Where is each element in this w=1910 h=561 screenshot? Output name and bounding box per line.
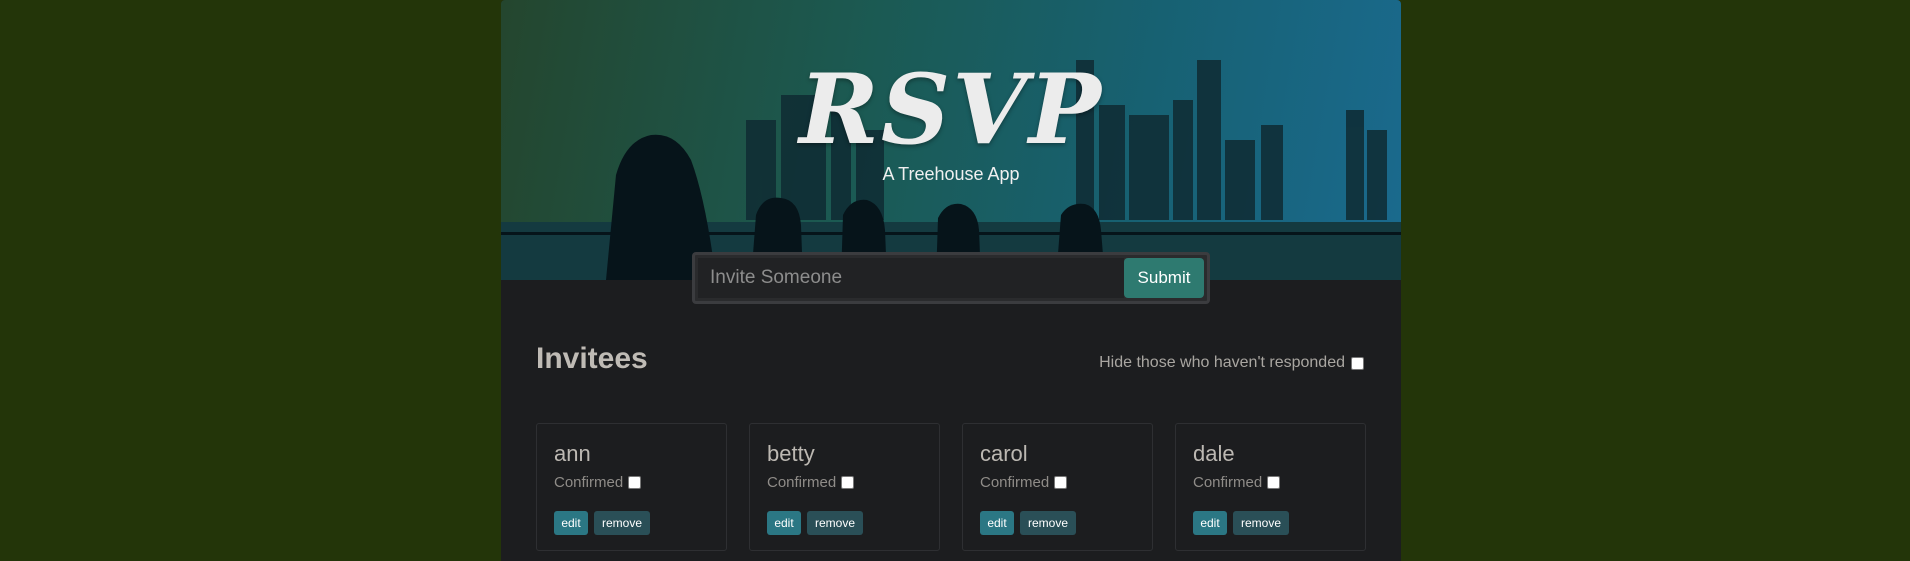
- invitee-card: carol Confirmed edit remove: [962, 423, 1153, 551]
- invitee-card: betty Confirmed edit remove: [749, 423, 940, 551]
- confirmed-label: Confirmed: [767, 474, 837, 491]
- confirmed-checkbox[interactable]: [1267, 476, 1281, 489]
- header-banner: RSVP A Treehouse App: [501, 0, 1401, 280]
- hide-unresponded-label: Hide those who haven't responded: [1099, 354, 1345, 371]
- remove-button[interactable]: remove: [1020, 511, 1076, 535]
- app-panel: RSVP A Treehouse App Submit Invitees Hid…: [501, 0, 1401, 561]
- hide-unresponded-checkbox[interactable]: [1351, 356, 1364, 370]
- edit-button[interactable]: edit: [554, 511, 588, 535]
- app-title: RSVP: [799, 53, 1103, 166]
- confirmed-toggle[interactable]: Confirmed: [554, 474, 642, 491]
- confirmed-toggle[interactable]: Confirmed: [1193, 474, 1281, 491]
- remove-button[interactable]: remove: [807, 511, 863, 535]
- confirmed-label: Confirmed: [1193, 474, 1263, 491]
- submit-button[interactable]: Submit: [1124, 258, 1204, 298]
- invitee-name: ann: [554, 441, 591, 466]
- confirmed-checkbox[interactable]: [841, 476, 855, 489]
- edit-button[interactable]: edit: [980, 511, 1014, 535]
- confirmed-label: Confirmed: [980, 474, 1050, 491]
- app-subtitle: A Treehouse App: [882, 164, 1020, 184]
- hide-unresponded-filter[interactable]: Hide those who haven't responded: [1099, 354, 1364, 372]
- edit-button[interactable]: edit: [767, 511, 801, 535]
- invitee-name: betty: [767, 441, 815, 466]
- remove-button[interactable]: remove: [1233, 511, 1289, 535]
- confirmed-label: Confirmed: [554, 474, 624, 491]
- invitee-card: ann Confirmed edit remove: [536, 423, 727, 551]
- remove-button[interactable]: remove: [594, 511, 650, 535]
- confirmed-toggle[interactable]: Confirmed: [980, 474, 1068, 491]
- invitee-name: carol: [980, 441, 1028, 466]
- edit-button[interactable]: edit: [1193, 511, 1227, 535]
- confirmed-checkbox[interactable]: [1054, 476, 1068, 489]
- confirmed-checkbox[interactable]: [628, 476, 642, 489]
- invitee-name: dale: [1193, 441, 1235, 466]
- invite-input[interactable]: [698, 258, 1124, 298]
- confirmed-toggle[interactable]: Confirmed: [767, 474, 855, 491]
- invite-form: Submit: [692, 252, 1210, 304]
- invitee-card: dale Confirmed edit remove: [1175, 423, 1366, 551]
- invitees-heading: Invitees: [536, 342, 648, 375]
